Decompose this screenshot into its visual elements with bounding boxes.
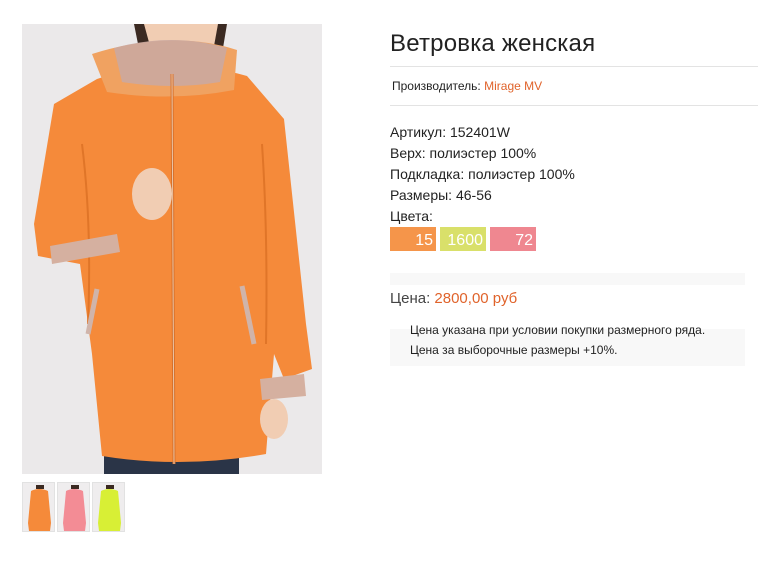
thumbnail-pink[interactable] [57,482,90,532]
price-note-set: Цена указана при условии покупки размерн… [410,323,706,337]
thumbnail-orange[interactable] [22,482,55,532]
spec-outer-material: Верх: полиэстер 100% [390,145,537,161]
price-note-individual: Цена за выборочные размеры +10%. [410,343,618,357]
color-swatches: 15 1600 72 [390,227,536,251]
manufacturer-line: Производитель: Mirage MV [392,79,542,93]
product-title: Ветровка женская [390,30,596,57]
price-band-top [390,273,745,285]
spec-article: Артикул: 152401W [390,124,510,140]
thumbnail-lime[interactable] [92,482,125,532]
product-main-image[interactable] [22,24,322,474]
thumbnail-strip [22,482,125,532]
manufacturer-label: Производитель: [392,79,481,93]
price-notes: Цена указана при условии покупки размерн… [410,320,705,360]
spec-lining: Подкладка: полиэстер 100% [390,166,575,182]
spec-sizes: Размеры: 46-56 [390,187,492,203]
color-swatch-72[interactable]: 72 [490,227,536,251]
divider [390,105,758,106]
manufacturer-link[interactable]: Mirage MV [484,79,542,93]
price-value: 2800,00 руб [434,290,518,307]
price-label: Цена: [390,290,431,307]
spec-colors-label: Цвета: [390,208,433,224]
color-swatch-15[interactable]: 15 [390,227,436,251]
price-line: Цена: 2800,00 руб [390,290,517,307]
product-specs: Артикул: 152401W Верх: полиэстер 100% По… [390,122,575,227]
color-swatch-1600[interactable]: 1600 [440,227,486,251]
divider [390,66,758,67]
